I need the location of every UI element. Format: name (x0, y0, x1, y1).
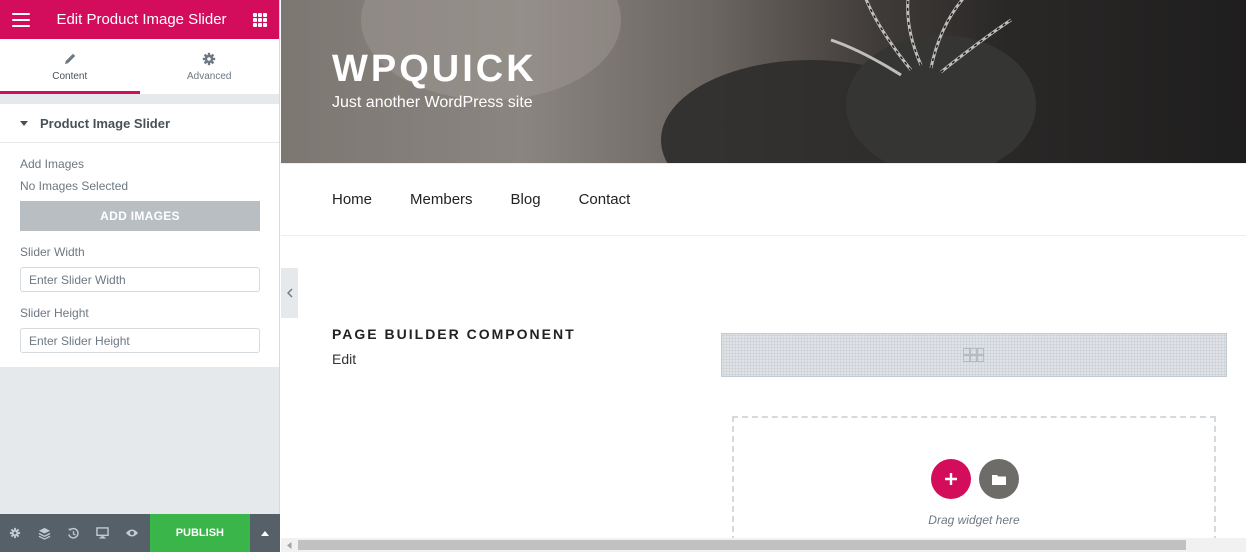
slider-height-input[interactable] (20, 328, 260, 353)
plant-image (830, 0, 1036, 163)
nav-link-contact[interactable]: Contact (579, 191, 631, 208)
eye-icon[interactable] (118, 514, 147, 552)
layers-icon[interactable] (29, 514, 58, 552)
nav-link-members[interactable]: Members (410, 191, 473, 208)
component-title: PAGE BUILDER COMPONENT (332, 326, 576, 342)
publish-options-caret-icon[interactable] (250, 514, 280, 552)
page-preview: WPQUICK Just another WordPress site Home… (281, 0, 1246, 552)
add-images-label: Add Images (20, 157, 85, 171)
publish-button[interactable]: PUBLISH (149, 514, 250, 552)
chevron-left-icon (286, 288, 292, 298)
site-header-image: WPQUICK Just another WordPress site (281, 0, 1246, 163)
slider-height-label: Slider Height (20, 306, 89, 320)
folder-icon (992, 474, 1006, 485)
gear-icon (140, 52, 280, 68)
slider-width-input[interactable] (20, 267, 260, 292)
editor-panel: Edit Product Image Slider Content Advanc… (0, 0, 280, 552)
slider-widget-icon (963, 348, 984, 362)
section-toggle[interactable]: Product Image Slider (0, 104, 279, 143)
caret-down-icon (20, 120, 28, 126)
slider-width-label: Slider Width (20, 245, 85, 259)
panel-header: Edit Product Image Slider (0, 0, 279, 39)
tab-advanced[interactable]: Advanced (140, 39, 280, 94)
plus-icon (945, 473, 957, 485)
nav-link-blog[interactable]: Blog (511, 191, 541, 208)
tab-advanced-label: Advanced (187, 71, 232, 82)
add-images-button[interactable]: ADD IMAGES (20, 201, 260, 231)
section-product-image-slider: Product Image Slider Add Images No Image… (0, 104, 279, 367)
site-title[interactable]: WPQUICK (332, 48, 537, 91)
horizontal-scrollbar[interactable] (281, 538, 1246, 552)
component-edit-link[interactable]: Edit (332, 351, 356, 367)
tab-content-label: Content (52, 71, 88, 82)
pencil-icon (0, 52, 140, 68)
add-section-button[interactable] (931, 459, 971, 499)
panel-tabs: Content Advanced (0, 39, 279, 94)
settings-gear-icon[interactable] (0, 514, 29, 552)
scroll-left-icon[interactable] (281, 538, 297, 552)
section-controls: Add Images No Images Selected ADD IMAGES… (0, 143, 279, 367)
widgets-grid-icon[interactable] (253, 12, 267, 27)
scrollbar-thumb[interactable] (298, 540, 1186, 550)
collapse-panel-button[interactable] (281, 268, 298, 318)
publish-label: PUBLISH (175, 527, 224, 539)
desktop-icon[interactable] (88, 514, 117, 552)
widget-placeholder[interactable] (721, 333, 1227, 377)
widget-drop-zone[interactable]: Drag widget here (732, 416, 1216, 552)
no-images-text: No Images Selected (20, 179, 129, 193)
panel-title: Edit Product Image Slider (56, 11, 227, 28)
site-tagline: Just another WordPress site (332, 94, 533, 111)
history-icon[interactable] (59, 514, 88, 552)
drag-widget-hint: Drag widget here (928, 513, 1020, 527)
section-title: Product Image Slider (40, 115, 171, 131)
nav-link-home[interactable]: Home (332, 191, 372, 208)
site-nav: Home Members Blog Contact (281, 163, 1246, 236)
add-template-button[interactable] (979, 459, 1019, 499)
panel-footer: PUBLISH (0, 514, 280, 552)
tab-content[interactable]: Content (0, 39, 140, 94)
menu-icon[interactable] (12, 12, 30, 27)
